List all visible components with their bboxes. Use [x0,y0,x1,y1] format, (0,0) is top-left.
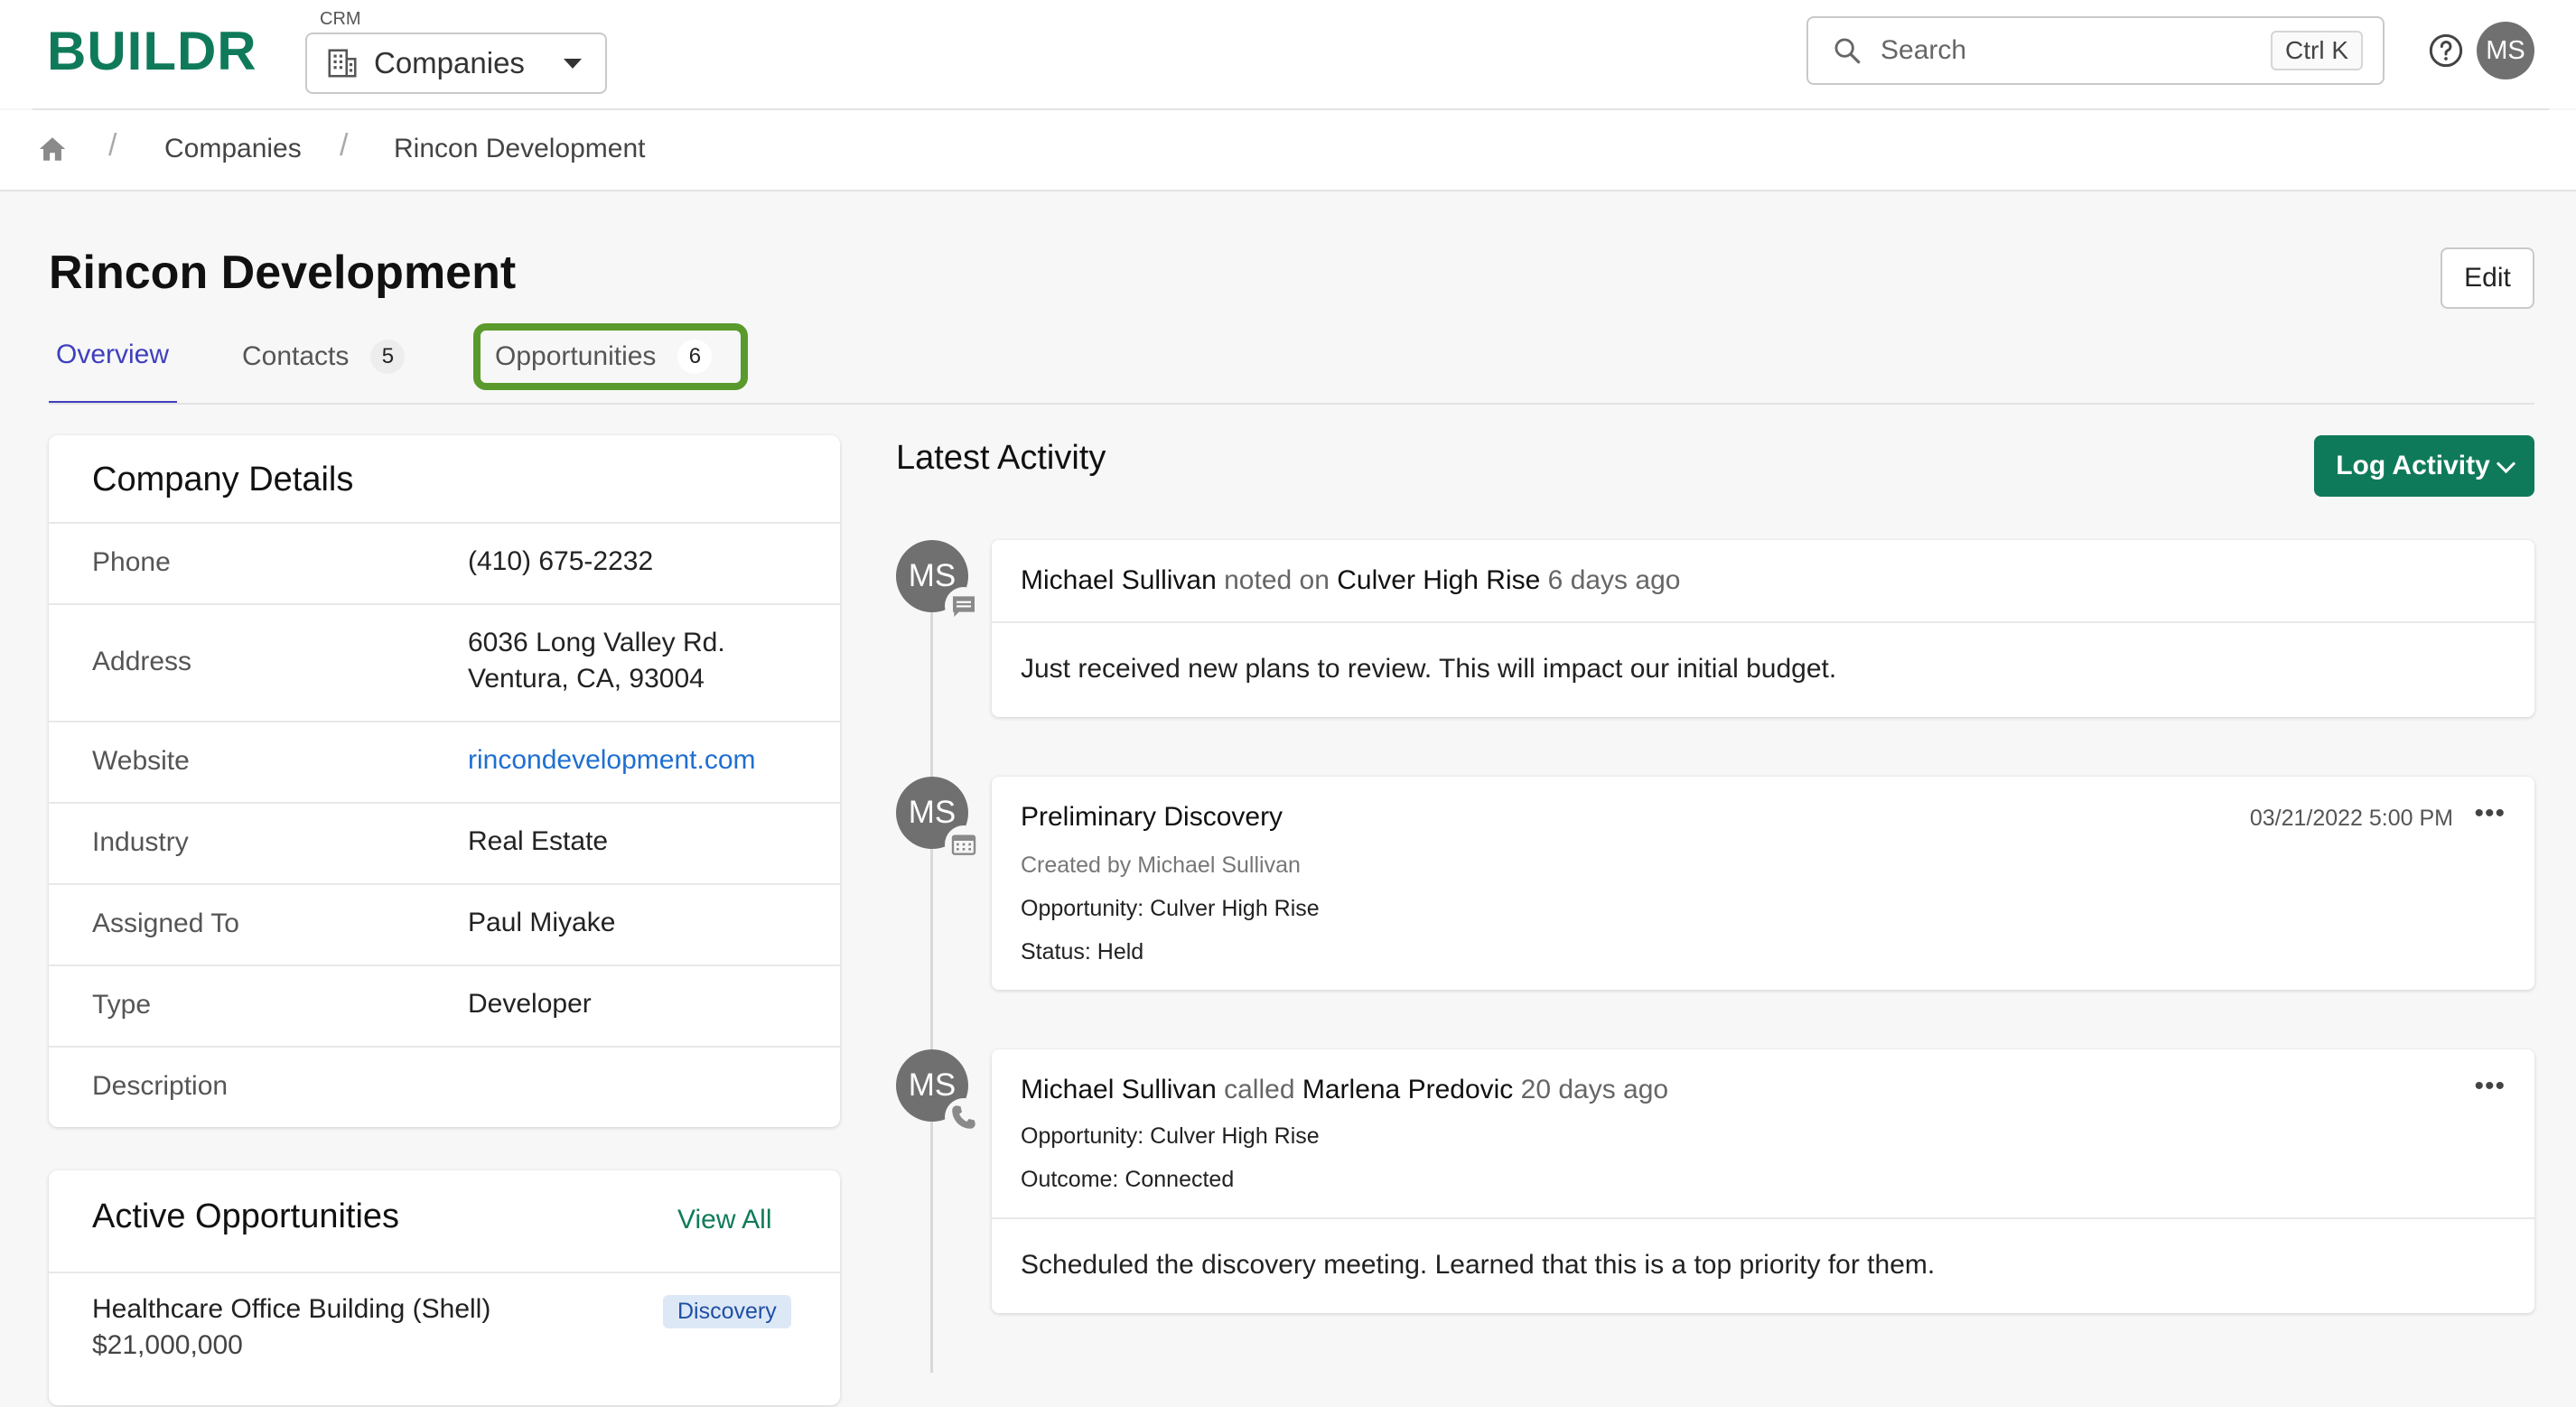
detail-value-phone: (410) 675-2232 [468,546,654,576]
user-avatar[interactable]: MS [2477,22,2534,79]
more-options-icon[interactable]: ••• [2474,1071,2506,1102]
detail-row-description: Description [49,1046,840,1127]
breadcrumb-item-current: Rincon Development [394,134,646,163]
page-title: Rincon Development [49,247,517,299]
tab-opportunities[interactable]: Opportunities 6 [495,340,713,374]
detail-value-address-line1: 6036 Long Valley Rd. [468,628,725,657]
tab-count-badge: 5 [370,340,406,374]
activity-verb: noted on [1224,565,1330,595]
activity-divider [992,621,2534,623]
detail-value-industry: Real Estate [468,826,609,856]
tab-label: Overview [56,340,170,369]
active-opportunities-title: Active Opportunities [92,1197,400,1235]
website-link[interactable]: rincondevelopment.com [468,742,756,778]
detail-label: Description [92,1071,229,1101]
detail-row-type: Type Developer [49,964,840,1046]
activity-verb: called [1224,1075,1295,1104]
latest-activity-title: Latest Activity [896,439,1106,477]
meeting-status: Status: Held [1021,939,1144,964]
home-icon[interactable] [36,134,69,164]
activity-time: 6 days ago [1547,565,1681,595]
buildr-logo[interactable]: BUILDR [47,20,257,82]
tab-label: Opportunities [495,341,657,371]
activity-divider [992,1217,2534,1219]
opportunity-name[interactable]: Healthcare Office Building (Shell) [92,1291,490,1328]
search-input[interactable] [1879,34,2244,67]
timeline-line [930,578,933,1373]
detail-label: Phone [92,547,171,577]
detail-label: Address [92,647,192,676]
detail-row-website: Website rincondevelopment.com [49,721,840,802]
activity-body: Scheduled the discovery meeting. Learned… [1021,1250,1936,1280]
activity-time: 20 days ago [1520,1075,1669,1104]
edit-button[interactable]: Edit [2441,247,2534,309]
breadcrumb: / Companies / Rincon Development [0,110,2576,191]
phone-icon [945,1098,983,1136]
tabs-divider [49,403,2534,405]
activity-card-meeting: Preliminary Discovery 03/21/2022 5:00 PM… [992,777,2534,990]
detail-label: Type [92,990,152,1020]
call-opportunity: Opportunity: Culver High Rise [1021,1123,1320,1149]
detail-label: Website [92,746,190,776]
detail-label: Industry [92,827,189,857]
tab-overview[interactable]: Overview [56,340,169,370]
more-options-icon[interactable]: ••• [2474,798,2506,829]
tab-count-badge: 6 [677,340,713,374]
calendar-icon [945,825,983,863]
call-outcome: Outcome: Connected [1021,1167,1235,1192]
opportunity-item[interactable]: Healthcare Office Building (Shell) $21,0… [49,1272,840,1407]
activity-card-note: Michael Sullivan noted on Culver High Ri… [992,540,2534,717]
detail-row-industry: Industry Real Estate [49,802,840,883]
detail-value-address-line2: Ventura, CA, 93004 [468,664,705,694]
chevron-down-icon [564,58,582,69]
top-bar: BUILDR CRM Companies Ctrl K MS [0,0,2576,108]
activity-target[interactable]: Marlena Predovic [1302,1075,1513,1104]
detail-row-phone: Phone (410) 675-2232 [49,522,840,603]
activity-header: Michael Sullivan called Marlena Predovic… [1021,1075,1668,1105]
search-icon [1834,38,1861,64]
activity-author[interactable]: Michael Sullivan [1021,1075,1217,1104]
company-details-card: Company Details Phone (410) 675-2232 Add… [49,435,840,1127]
company-details-title: Company Details [92,461,354,499]
meeting-opportunity: Opportunity: Culver High Rise [1021,896,1320,921]
detail-value-type: Developer [468,989,592,1019]
opportunity-amount: $21,000,000 [92,1330,243,1360]
search-box[interactable]: Ctrl K [1806,16,2385,85]
activity-card-call: Michael Sullivan called Marlena Predovic… [992,1049,2534,1313]
tab-label: Contacts [242,341,350,371]
detail-value-assigned-to: Paul Miyake [468,908,616,937]
breadcrumb-separator: / [108,128,117,163]
breadcrumb-separator: / [340,128,349,163]
log-activity-button[interactable]: Log Activity [2314,435,2534,497]
detail-row-assigned-to: Assigned To Paul Miyake [49,883,840,964]
search-shortcut-hint: Ctrl K [2271,31,2363,70]
opportunity-stage-badge: Discovery [663,1295,791,1328]
activity-target[interactable]: Culver High Rise [1337,565,1540,595]
note-icon [945,587,983,625]
tab-contacts[interactable]: Contacts 5 [242,340,406,374]
app-switcher-label: CRM [320,9,361,29]
app-switcher-current: Companies [374,46,525,79]
app-switcher-dropdown[interactable]: Companies [305,33,607,94]
active-opportunities-card: Active Opportunities View All Healthcare… [49,1170,840,1405]
help-icon[interactable] [2428,33,2464,69]
activity-header: Michael Sullivan noted on Culver High Ri… [1021,565,1680,596]
detail-label: Assigned To [92,908,239,938]
meeting-created-by: Created by Michael Sullivan [1021,853,1301,878]
view-all-link[interactable]: View All [677,1205,772,1235]
activity-body: Just received new plans to review. This … [1021,654,1837,684]
building-icon [328,49,357,78]
activity-author[interactable]: Michael Sullivan [1021,565,1217,595]
chevron-down-icon [2496,453,2515,473]
meeting-date: 03/21/2022 5:00 PM [2249,806,2453,831]
meeting-title[interactable]: Preliminary Discovery [1021,802,1283,832]
detail-row-address: Address 6036 Long Valley Rd. Ventura, CA… [49,603,840,721]
activity-header: Preliminary Discovery [1021,802,1283,833]
breadcrumb-item-companies[interactable]: Companies [164,134,302,164]
log-activity-label: Log Activity [2336,451,2490,480]
